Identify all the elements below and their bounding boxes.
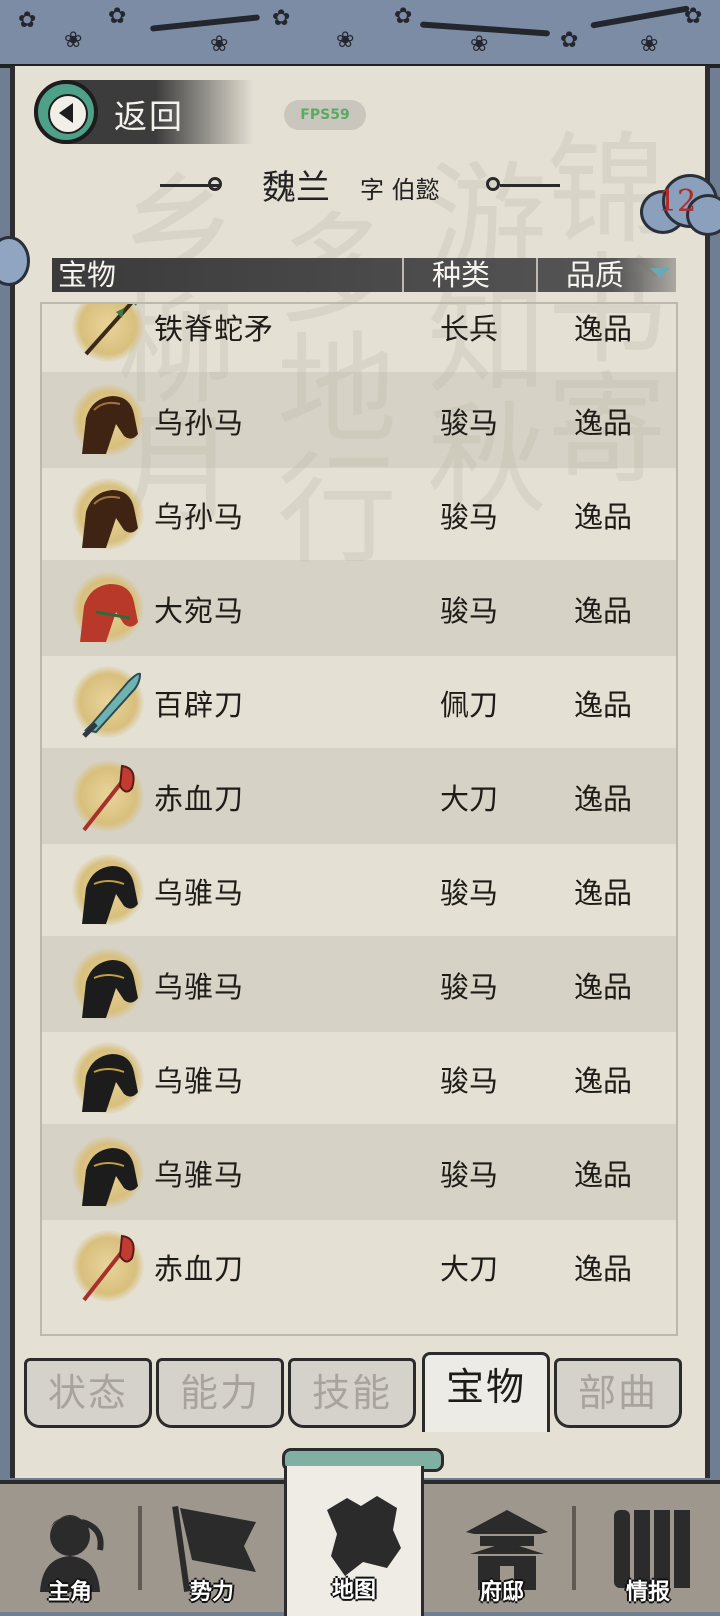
- brown-horse-icon: [72, 384, 144, 456]
- glaive-icon: [72, 1230, 144, 1302]
- nav-faction[interactable]: 势力: [142, 1484, 282, 1612]
- back-arrow-icon: [34, 80, 98, 144]
- black-horse-icon: [72, 854, 144, 926]
- table-header: 宝物 种类 品质: [52, 258, 676, 292]
- page-title: 魏兰 字 伯懿: [160, 160, 560, 210]
- treasure-row[interactable]: 大宛马 骏马 逸品: [42, 560, 676, 656]
- treasure-name: 赤血刀: [154, 1252, 245, 1286]
- treasure-quality: 逸品: [574, 312, 633, 346]
- treasure-quality: 逸品: [574, 688, 633, 722]
- nav-mansion[interactable]: 府邸: [432, 1484, 572, 1612]
- brown-horse-icon: [72, 478, 144, 550]
- treasure-quality: 逸品: [574, 1158, 633, 1192]
- decorative-banner: ✿ ❀ ✿ ❀ ✿ ❀ ✿ ❀ ✿ ❀ ✿: [0, 0, 720, 68]
- treasure-kind: 骏马: [440, 1158, 499, 1192]
- treasure-quality: 逸品: [574, 782, 633, 816]
- tab-ability[interactable]: 能力: [156, 1358, 284, 1428]
- red-horse-icon: [72, 572, 144, 644]
- black-horse-icon: [72, 1136, 144, 1208]
- treasure-kind: 大刀: [440, 782, 499, 816]
- treasure-quality: 逸品: [574, 1252, 633, 1286]
- treasure-name: 百辟刀: [154, 688, 245, 722]
- treasure-name: 乌骓马: [154, 970, 245, 1004]
- column-header-quality[interactable]: 品质: [566, 252, 624, 294]
- cloud-count-badge[interactable]: 12: [634, 172, 720, 236]
- nav-protagonist[interactable]: 主角: [0, 1484, 140, 1612]
- treasure-quality: 逸品: [574, 970, 633, 1004]
- treasure-kind: 长兵: [440, 312, 499, 346]
- treasure-quality: 逸品: [574, 406, 633, 440]
- spear-icon: [72, 304, 144, 362]
- glaive-icon: [72, 760, 144, 832]
- treasure-list[interactable]: 铁脊蛇矛 长兵 逸品 乌孙马 骏马 逸品 乌孙马 骏马 逸品 大宛马 骏马 逸品 百辟刀 佩刀 逸品 赤血刀大…: [40, 302, 678, 1336]
- treasure-row[interactable]: 百辟刀 佩刀 逸品: [42, 654, 676, 750]
- treasure-row[interactable]: 乌骓马 骏马 逸品: [42, 842, 676, 938]
- tab-treasure[interactable]: 宝物: [422, 1352, 550, 1432]
- sort-desc-icon[interactable]: [650, 268, 670, 278]
- sword-icon: [72, 666, 144, 738]
- treasure-kind: 骏马: [440, 500, 499, 534]
- treasure-name: 赤血刀: [154, 782, 245, 816]
- black-horse-icon: [72, 948, 144, 1020]
- treasure-name: 乌骓马: [154, 1158, 245, 1192]
- treasure-row[interactable]: 乌孙马 骏马 逸品: [42, 372, 676, 468]
- treasure-name: 乌骓马: [154, 1064, 245, 1098]
- treasure-row[interactable]: 乌骓马 骏马 逸品: [42, 1124, 676, 1220]
- treasure-row[interactable]: 赤血刀 大刀 逸品: [42, 1218, 676, 1314]
- character-courtesy-name: 字 伯懿: [360, 176, 440, 204]
- character-name: 魏兰: [262, 168, 330, 208]
- treasure-quality: 逸品: [574, 500, 633, 534]
- fps-badge: FPS59: [284, 100, 366, 130]
- treasure-row[interactable]: 乌骓马 骏马 逸品: [42, 936, 676, 1032]
- treasure-row[interactable]: 铁脊蛇矛 长兵 逸品: [42, 304, 676, 374]
- treasure-name: 大宛马: [154, 594, 245, 628]
- treasure-kind: 骏马: [440, 406, 499, 440]
- treasure-kind: 骏马: [440, 876, 499, 910]
- treasure-kind: 大刀: [440, 1252, 499, 1286]
- treasure-kind: 佩刀: [440, 688, 499, 722]
- nav-intel[interactable]: 情报: [578, 1484, 718, 1612]
- back-label: 返回: [114, 97, 184, 136]
- tab-bar: 状态 能力 技能 宝物 部曲: [18, 1352, 708, 1436]
- tab-status[interactable]: 状态: [24, 1358, 152, 1428]
- treasure-name: 铁脊蛇矛: [154, 312, 275, 346]
- treasure-kind: 骏马: [440, 594, 499, 628]
- treasure-kind: 骏马: [440, 970, 499, 1004]
- treasure-name: 乌骓马: [154, 876, 245, 910]
- bottom-nav: 主角 势力 地图 府邸 情报: [0, 1466, 720, 1616]
- treasure-quality: 逸品: [574, 876, 633, 910]
- black-horse-icon: [72, 1042, 144, 1114]
- tab-skill[interactable]: 技能: [288, 1358, 416, 1428]
- treasure-row[interactable]: 乌骓马 骏马 逸品: [42, 1030, 676, 1126]
- treasure-name: 乌孙马: [154, 500, 245, 534]
- column-header-kind[interactable]: 种类: [432, 252, 490, 294]
- tab-troops[interactable]: 部曲: [554, 1358, 682, 1428]
- column-header-treasure[interactable]: 宝物: [58, 252, 116, 294]
- treasure-quality: 逸品: [574, 594, 633, 628]
- treasure-kind: 骏马: [440, 1064, 499, 1098]
- treasure-quality: 逸品: [574, 1064, 633, 1098]
- nav-map[interactable]: 地图: [284, 1466, 424, 1616]
- treasure-name: 乌孙马: [154, 406, 245, 440]
- back-button[interactable]: 返回: [34, 80, 254, 144]
- treasure-row[interactable]: 赤血刀 大刀 逸品: [42, 748, 676, 844]
- treasure-row[interactable]: 乌孙马 骏马 逸品: [42, 466, 676, 562]
